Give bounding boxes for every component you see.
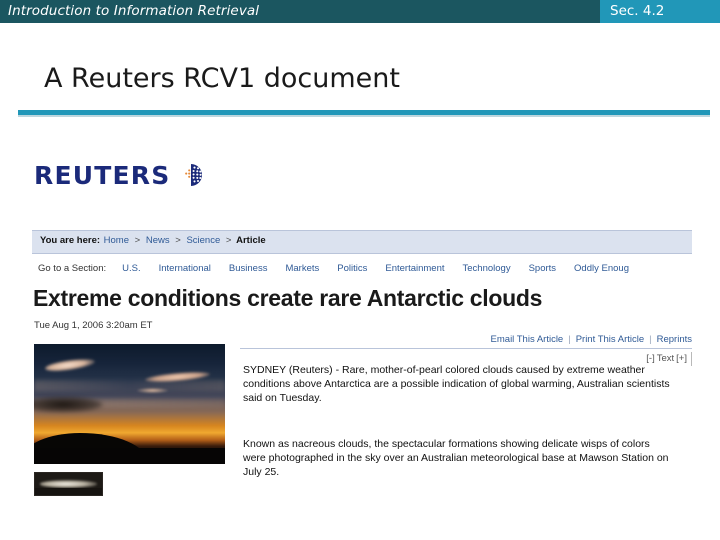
article-thumbnail[interactable] — [34, 472, 103, 496]
slide-header-title: Introduction to Information Retrieval — [8, 3, 260, 19]
breadcrumb-lead: You are here: — [40, 235, 101, 246]
action-separator: | — [568, 334, 571, 345]
section-nav-label: Go to a Section: — [38, 263, 107, 274]
actions-divider-rule — [240, 348, 692, 349]
reuters-logo: REUTERS — [34, 162, 205, 188]
section-nav-item-international[interactable]: International — [159, 263, 211, 274]
breadcrumb: You are here: Home > News > Science > Ar… — [40, 235, 266, 246]
reuters-article-screenshot: REUTERS You are here: Home > News > Scie… — [0, 130, 720, 540]
thumbnail-cloud-glow — [40, 480, 97, 488]
section-nav-item-politics[interactable]: Politics — [337, 263, 367, 274]
print-this-article-link[interactable]: Print This Article — [576, 334, 644, 345]
reprints-link[interactable]: Reprints — [657, 334, 692, 345]
title-underline-shadow — [18, 115, 710, 117]
section-nav-item-technology[interactable]: Technology — [463, 263, 511, 274]
breadcrumb-bar: You are here: Home > News > Science > Ar… — [32, 230, 692, 254]
email-this-article-link[interactable]: Email This Article — [491, 334, 564, 345]
article-paragraph: SYDNEY (Reuters) - Rare, mother-of-pearl… — [243, 364, 670, 404]
article-paragraph: Known as nacreous clouds, the spectacula… — [243, 438, 669, 478]
article-headline: Extreme conditions create rare Antarctic… — [33, 285, 543, 311]
section-nav-item-oddly-enough[interactable]: Oddly Enoug — [574, 263, 629, 274]
section-nav: Go to a Section: U.S. International Busines… — [38, 263, 720, 274]
breadcrumb-separator: > — [134, 235, 141, 246]
article-timestamp: Tue Aug 1, 2006 3:20am ET — [34, 320, 153, 331]
slide-header-bar: Introduction to Information Retrieval Se… — [0, 0, 720, 23]
section-nav-item-sports[interactable]: Sports — [529, 263, 556, 274]
reuters-wordmark: REUTERS — [34, 160, 171, 190]
page-title: A Reuters RCV1 document — [44, 63, 400, 94]
section-nav-item-entertainment[interactable]: Entertainment — [385, 263, 444, 274]
article-action-links: Email This Article | Print This Article | Re… — [491, 334, 692, 345]
section-nav-item-business[interactable]: Business — [229, 263, 268, 274]
section-nav-item-us[interactable]: U.S. — [122, 263, 140, 274]
reuters-globe-icon — [179, 162, 205, 188]
section-badge: Sec. 4.2 — [600, 0, 720, 23]
action-separator: | — [649, 334, 652, 345]
breadcrumb-item-science[interactable]: Science — [186, 235, 220, 246]
section-nav-item-markets[interactable]: Markets — [285, 263, 319, 274]
text-increase-button[interactable]: [+] — [676, 353, 687, 364]
section-badge-label: Sec. 4.2 — [610, 3, 665, 19]
photo-cloud-band-upper — [34, 380, 225, 391]
article-photo — [34, 344, 225, 464]
thumbnail-foreground — [35, 488, 102, 495]
breadcrumb-item-article: Article — [236, 235, 266, 246]
photo-foreground — [34, 448, 225, 464]
breadcrumb-separator: > — [225, 235, 232, 246]
breadcrumb-item-news[interactable]: News — [146, 235, 170, 246]
breadcrumb-separator: > — [175, 235, 181, 246]
breadcrumb-item-home[interactable]: Home — [104, 235, 129, 246]
